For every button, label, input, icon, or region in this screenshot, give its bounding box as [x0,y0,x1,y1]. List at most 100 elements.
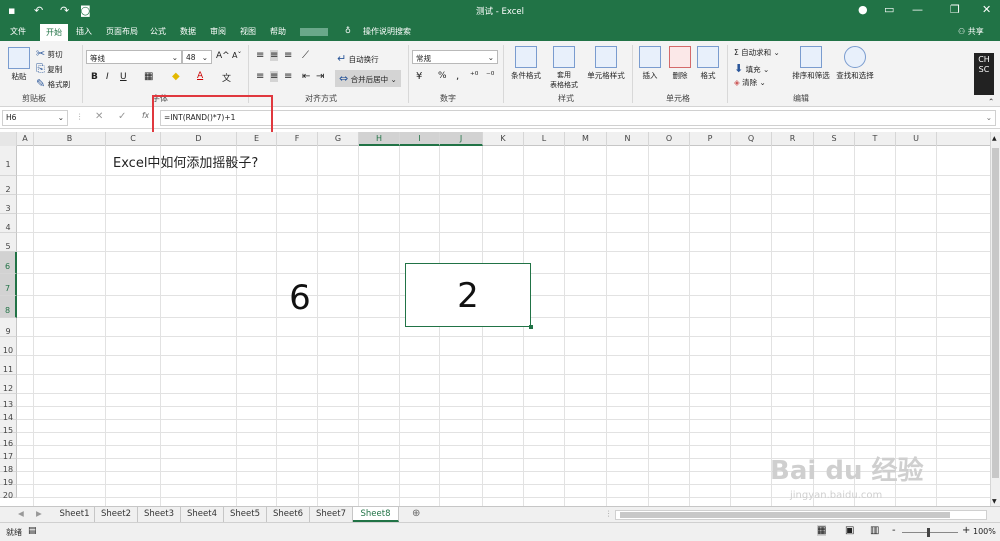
row-header-12[interactable]: 12 [0,375,17,394]
font-size-select[interactable]: 48 ⌄ [182,50,212,64]
column-header-h[interactable]: H [359,132,400,146]
indent-decrease-icon[interactable]: ⇤ [302,71,310,82]
autosum-button[interactable]: Σ 自动求和 ⌄ [734,47,780,58]
vertical-scrollbar[interactable]: ▲ ▼ [990,132,1000,508]
row-header-15[interactable]: 15 [0,420,17,435]
row-header-1[interactable]: 1 [0,146,17,176]
formula-input[interactable]: =INT(RAND()*7)+1 ⌄ [160,110,996,126]
minimize-icon[interactable]: — [912,3,923,16]
page-break-view-icon[interactable]: ▥ [870,525,879,536]
tab-page-layout[interactable]: 页面布局 [106,26,138,37]
row-header-20[interactable]: 20 [0,485,17,500]
collapse-ribbon-icon[interactable]: ⌃ [988,97,994,106]
row-header-2[interactable]: 2 [0,176,17,195]
font-color-button[interactable]: A [197,71,203,81]
bold-button[interactable]: B [91,72,98,82]
sheet-tab-3[interactable]: Sheet3 [138,507,181,522]
tab-data[interactable]: 数据 [180,26,196,37]
align-left-icon[interactable]: ≡ [256,71,264,82]
row-header-19[interactable]: 19 [0,472,17,487]
sheet-tab-2[interactable]: Sheet2 [95,507,138,522]
font-name-select[interactable]: 等线 ⌄ [86,50,182,64]
column-header-s[interactable]: S [814,132,855,146]
underline-button[interactable]: U [120,72,127,82]
scroll-down-icon[interactable]: ▼ [992,498,997,505]
row-header-9[interactable]: 9 [0,318,17,337]
row-header-6[interactable]: 6 [0,252,17,274]
name-box[interactable]: H6 ⌄ [2,110,68,126]
decrease-decimal-icon[interactable]: ⁻⁰ [486,71,494,81]
row-header-4[interactable]: 4 [0,214,17,233]
column-header-c[interactable]: C [106,132,161,146]
column-header-g[interactable]: G [318,132,359,146]
sheet-tab-8[interactable]: Sheet8 [353,507,399,522]
ribbon-options-icon[interactable]: ▭ [884,3,894,16]
fill-button[interactable]: ⬇ 填充 ⌄ [734,62,769,75]
column-header-l[interactable]: L [524,132,565,146]
row-header-13[interactable]: 13 [0,394,17,409]
row-header-18[interactable]: 18 [0,459,17,474]
align-center-icon[interactable]: ≡ [270,71,279,82]
column-header-t[interactable]: T [855,132,896,146]
tab-review[interactable]: 审阅 [210,26,226,37]
cell-styles-button[interactable]: 单元格样式 [584,46,628,81]
page-layout-view-icon[interactable]: ▣ [845,525,854,536]
format-as-table-button[interactable]: 套用 表格格式 [544,46,584,90]
zoom-slider[interactable] [902,528,958,537]
cancel-icon[interactable]: ✕ [95,111,103,122]
insert-cells-button[interactable]: 插入 [634,46,666,81]
number-format-select[interactable]: 常规 ⌄ [412,50,498,64]
dice-cell-d6[interactable]: 6 [240,278,360,320]
comma-button[interactable]: , [456,71,459,82]
column-header-a[interactable]: A [17,132,34,146]
share-button[interactable]: ⚇ 共享 [958,26,984,37]
sheet-tab-4[interactable]: Sheet4 [181,507,224,522]
select-all-corner[interactable] [0,132,17,146]
avatar[interactable]: ● [858,3,868,16]
scroll-thumb[interactable] [992,148,999,478]
conditional-format-button[interactable]: 条件格式 [506,46,546,81]
sort-filter-button[interactable]: 排序和筛选 [788,46,834,81]
align-right-icon[interactable]: ≡ [284,71,292,82]
grow-font-button[interactable]: A^ [216,51,230,61]
add-sheet-icon[interactable]: ⊕ [412,508,420,519]
dice-cell-h6-selected[interactable]: 2 [405,263,531,327]
align-middle-icon[interactable]: ≡ [270,50,279,61]
column-header-p[interactable]: P [690,132,731,146]
macro-record-icon[interactable]: ▤ [28,526,37,536]
row-header-17[interactable]: 17 [0,446,17,461]
close-icon[interactable]: ✕ [982,3,991,16]
column-header-f[interactable]: F [277,132,318,146]
cut-button[interactable]: ✂ 剪切 [36,47,63,60]
zoom-in-button[interactable]: + [962,525,970,536]
format-cells-button[interactable]: 格式 [692,46,724,81]
row-header-7[interactable]: 7 [0,274,17,296]
column-header-r[interactable]: R [772,132,814,146]
clear-button[interactable]: ◈ 清除 ⌄ [734,77,766,88]
percent-button[interactable]: % [438,71,447,81]
copy-button[interactable]: ⎘ 复制 [36,62,62,76]
horizontal-scrollbar[interactable] [615,510,987,520]
shrink-font-button[interactable]: Aˇ [232,51,241,60]
column-header-q[interactable]: Q [731,132,772,146]
restore-icon[interactable]: ❐ [950,3,960,16]
column-header-u[interactable]: U [896,132,937,146]
h-scroll-thumb[interactable] [620,512,950,518]
prev-sheet-icon[interactable]: ◀ [18,509,24,518]
confirm-icon[interactable]: ✓ [118,111,126,122]
sheet-tab-6[interactable]: Sheet6 [267,507,310,522]
tab-view[interactable]: 视图 [240,26,256,37]
zoom-slider-thumb[interactable] [927,528,930,537]
currency-icon[interactable]: ¥ [416,71,422,82]
addin-panel[interactable]: CH SC [974,53,994,95]
merge-center-button[interactable]: ⇔ 合并后居中 ⌄ [335,70,401,87]
wrap-text-button[interactable]: ↵ 自动换行 [337,52,379,65]
tab-split-icon[interactable]: ⋮ [605,509,613,518]
tell-me-search[interactable]: 操作说明搜索 [363,26,411,37]
row-header-5[interactable]: 5 [0,233,17,252]
cell-b1-text[interactable]: Excel中如何添加摇骰子? [113,152,258,171]
column-header-j[interactable]: J [440,132,483,146]
tab-file[interactable]: 文件 [10,26,26,37]
tab-formulas[interactable]: 公式 [150,26,166,37]
column-header-d[interactable]: D [161,132,237,146]
